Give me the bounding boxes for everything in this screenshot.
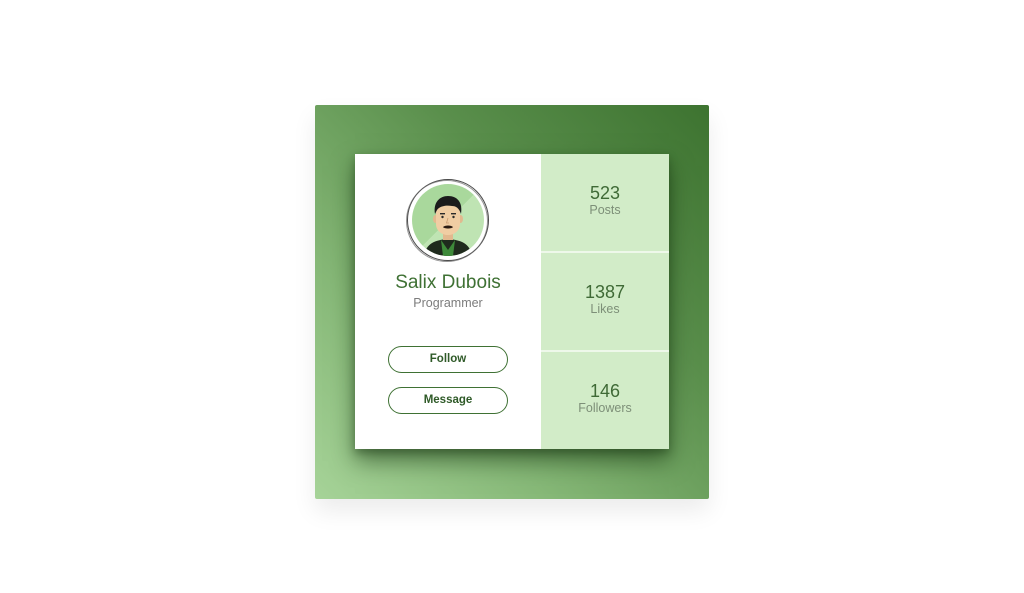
stat-posts: 523 Posts bbox=[541, 154, 669, 253]
man-avatar-icon bbox=[424, 196, 472, 256]
follow-button[interactable]: Follow bbox=[388, 346, 508, 373]
stat-value: 1387 bbox=[584, 282, 626, 302]
stat-label: Likes bbox=[590, 302, 620, 316]
stat-likes: 1387 Likes bbox=[541, 253, 669, 352]
stat-followers: 146 Followers bbox=[541, 352, 669, 449]
stats-panel: 523 Posts 1387 Likes 146 Followers bbox=[541, 154, 669, 449]
profile-role: Programmer bbox=[413, 296, 483, 310]
profile-card: Salix Dubois Programmer Follow Message 5… bbox=[355, 154, 669, 449]
stat-value: 146 bbox=[589, 381, 621, 401]
stat-label: Followers bbox=[578, 401, 632, 415]
message-button[interactable]: Message bbox=[388, 387, 508, 414]
profile-name: Salix Dubois bbox=[395, 272, 501, 293]
stat-value: 523 bbox=[589, 183, 621, 203]
stat-label: Posts bbox=[589, 203, 621, 217]
avatar-image bbox=[412, 184, 484, 256]
profile-section: Salix Dubois Programmer Follow Message bbox=[355, 154, 541, 449]
avatar bbox=[406, 179, 489, 262]
